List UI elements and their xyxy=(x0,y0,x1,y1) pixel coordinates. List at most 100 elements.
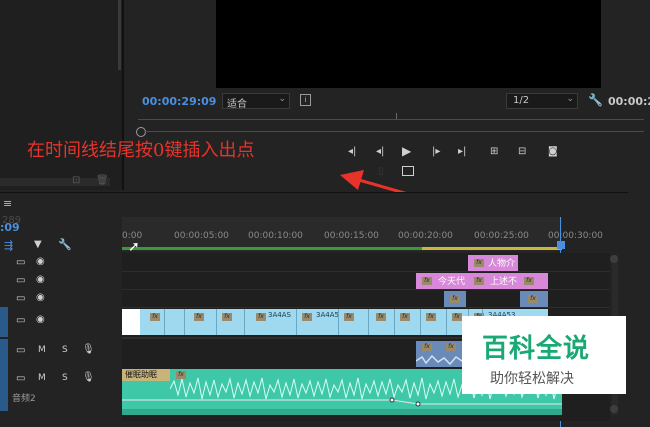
out-point-marker[interactable] xyxy=(557,241,565,249)
fx-badge: fx xyxy=(450,295,460,303)
speaker-icon[interactable]: ▭ xyxy=(16,345,25,356)
eye-icon[interactable]: ◉ xyxy=(36,274,45,285)
fx-badge: fx xyxy=(422,277,432,285)
clip-divider xyxy=(338,309,339,335)
playhead-timecode[interactable]: 00:00:29:09 xyxy=(142,95,216,108)
fx-badge: fx xyxy=(446,343,456,351)
resolution-dropdown[interactable]: 1/2 ⌄ xyxy=(506,93,578,109)
marker-icon[interactable]: ▼ xyxy=(34,239,42,250)
track-header-v5[interactable]: ▭ ◉ xyxy=(0,273,120,291)
film-icon[interactable]: ▭ xyxy=(16,293,25,304)
panel-resize-handle[interactable] xyxy=(118,0,121,70)
fx-badge: fx xyxy=(222,313,232,321)
mute-button[interactable]: M xyxy=(38,345,46,355)
resolution-label: 1/2 xyxy=(513,95,530,106)
film-icon[interactable]: ▭ xyxy=(16,275,25,286)
title-clip[interactable]: fx xyxy=(520,291,548,307)
fx-badge: fx xyxy=(376,313,386,321)
title-clip[interactable]: fx 人物介 xyxy=(468,255,518,271)
wrench-icon[interactable]: 🔧 xyxy=(588,93,603,107)
frame-forward-icon[interactable]: |▸ xyxy=(432,146,440,158)
speaker-icon[interactable]: ▭ xyxy=(16,373,25,384)
timeline-timecode[interactable]: :09 xyxy=(0,221,20,234)
eye-icon[interactable]: ◉ xyxy=(36,292,45,303)
solo-button[interactable]: S xyxy=(62,345,68,355)
video-clip-white[interactable] xyxy=(122,309,140,335)
track-header-a1[interactable]: ▭ M S 🎙 xyxy=(0,339,120,367)
zoom-track[interactable] xyxy=(144,131,644,132)
fx-badge: fx xyxy=(452,313,462,321)
ruler-label: 00:00:25:00 xyxy=(474,231,529,241)
lane-divider xyxy=(122,289,610,290)
step-back-icon[interactable]: ◂| xyxy=(348,146,356,158)
track-source-indicator[interactable] xyxy=(0,339,8,367)
fx-badge: fx xyxy=(524,277,534,285)
clip-divider xyxy=(164,309,165,335)
track-source-indicator[interactable] xyxy=(0,307,8,337)
video-preview xyxy=(216,0,601,88)
title-clip[interactable]: fx 今天代 fx 上述不 fx xyxy=(416,273,548,289)
chevron-down-icon: ⌄ xyxy=(278,94,286,104)
frame-back-icon[interactable]: ◂| xyxy=(376,146,384,158)
fx-badge: fx xyxy=(344,313,354,321)
fit-label: 适合 xyxy=(227,99,247,110)
duration-timecode: 00:00:2 xyxy=(608,95,650,108)
track-header-v3[interactable]: ▭ ◉ xyxy=(0,307,120,337)
ruler-label: 00:00:20:00 xyxy=(398,231,453,241)
volume-keyframe-line[interactable] xyxy=(122,395,562,409)
title-clip[interactable]: fx xyxy=(444,291,466,307)
mute-button[interactable]: M xyxy=(38,373,46,383)
trash-icon[interactable]: 🗑 xyxy=(96,175,109,187)
watermark-subtitle: 助你轻松解决 xyxy=(490,371,574,387)
microphone-icon[interactable]: 🎙 xyxy=(82,372,95,383)
menu-icon[interactable]: ≡ xyxy=(3,197,12,210)
ruler-label: 00:00:05:00 xyxy=(174,231,229,241)
insert-icon[interactable]: ⊞ xyxy=(490,146,498,158)
scroll-thumb[interactable] xyxy=(610,255,618,263)
clip-label: 3A4AS xyxy=(268,311,291,319)
ruler-label: 00:00:15:00 xyxy=(324,231,379,241)
clip-divider xyxy=(446,309,447,335)
clip-divider xyxy=(184,309,185,335)
watermark-title: 百科全说 xyxy=(482,334,591,364)
audio-clip-a2-tail[interactable] xyxy=(122,409,562,415)
scroll-thumb[interactable] xyxy=(610,405,618,413)
work-area-bar-yellow xyxy=(422,247,562,250)
wrench-icon[interactable]: 🔧 xyxy=(58,238,72,251)
audio-track-label: 音频2 xyxy=(12,394,36,404)
track-header-a2[interactable]: ▭ M S 🎙 音频2 xyxy=(0,367,120,411)
time-ruler[interactable]: 0:00 00:00:05:00 00:00:10:00 00:00:15:00… xyxy=(122,217,603,251)
fx-badge: fx xyxy=(150,313,160,321)
frame-settings-icon[interactable]: i xyxy=(300,94,311,106)
camera-icon[interactable]: ◙ xyxy=(548,146,558,158)
project-scroll-track[interactable] xyxy=(0,178,110,186)
track-header-v6[interactable]: ▭ ◉ xyxy=(0,255,120,273)
ruler-label: 00:00:30:00 xyxy=(548,231,603,241)
go-to-out-icon[interactable]: ▸| xyxy=(458,146,466,158)
lane-divider xyxy=(122,271,610,272)
solo-button[interactable]: S xyxy=(62,373,68,383)
clip-divider xyxy=(244,309,245,335)
fx-badge: fx xyxy=(422,343,432,351)
film-icon[interactable]: ▭ xyxy=(16,257,25,268)
overwrite-icon[interactable]: ⊟ xyxy=(518,146,526,158)
play-icon[interactable]: ▶ xyxy=(402,145,411,157)
fx-badge: fx xyxy=(474,277,484,285)
fx-badge: fx xyxy=(256,313,266,321)
clip-divider xyxy=(368,309,369,335)
fit-dropdown[interactable]: 适合 ⌄ xyxy=(222,93,290,110)
clip-divider xyxy=(394,309,395,335)
fx-badge: fx xyxy=(302,313,312,321)
monitor-scrub-bar[interactable] xyxy=(138,113,644,127)
audio-clip-header: 催眠助眠 xyxy=(122,369,170,381)
film-icon[interactable]: ▭ xyxy=(16,315,25,326)
ruler-label: 00:00:10:00 xyxy=(248,231,303,241)
settings-icon[interactable]: ⊡ xyxy=(72,175,80,187)
microphone-icon[interactable]: 🎙 xyxy=(82,344,95,355)
track-source-indicator[interactable] xyxy=(0,367,8,411)
snap-icon[interactable]: ⇶ xyxy=(4,239,13,252)
eye-icon[interactable]: ◉ xyxy=(36,314,45,325)
eye-icon[interactable]: ◉ xyxy=(36,256,45,267)
clip-label: 上述不 xyxy=(490,277,518,287)
clip-divider xyxy=(216,309,217,335)
